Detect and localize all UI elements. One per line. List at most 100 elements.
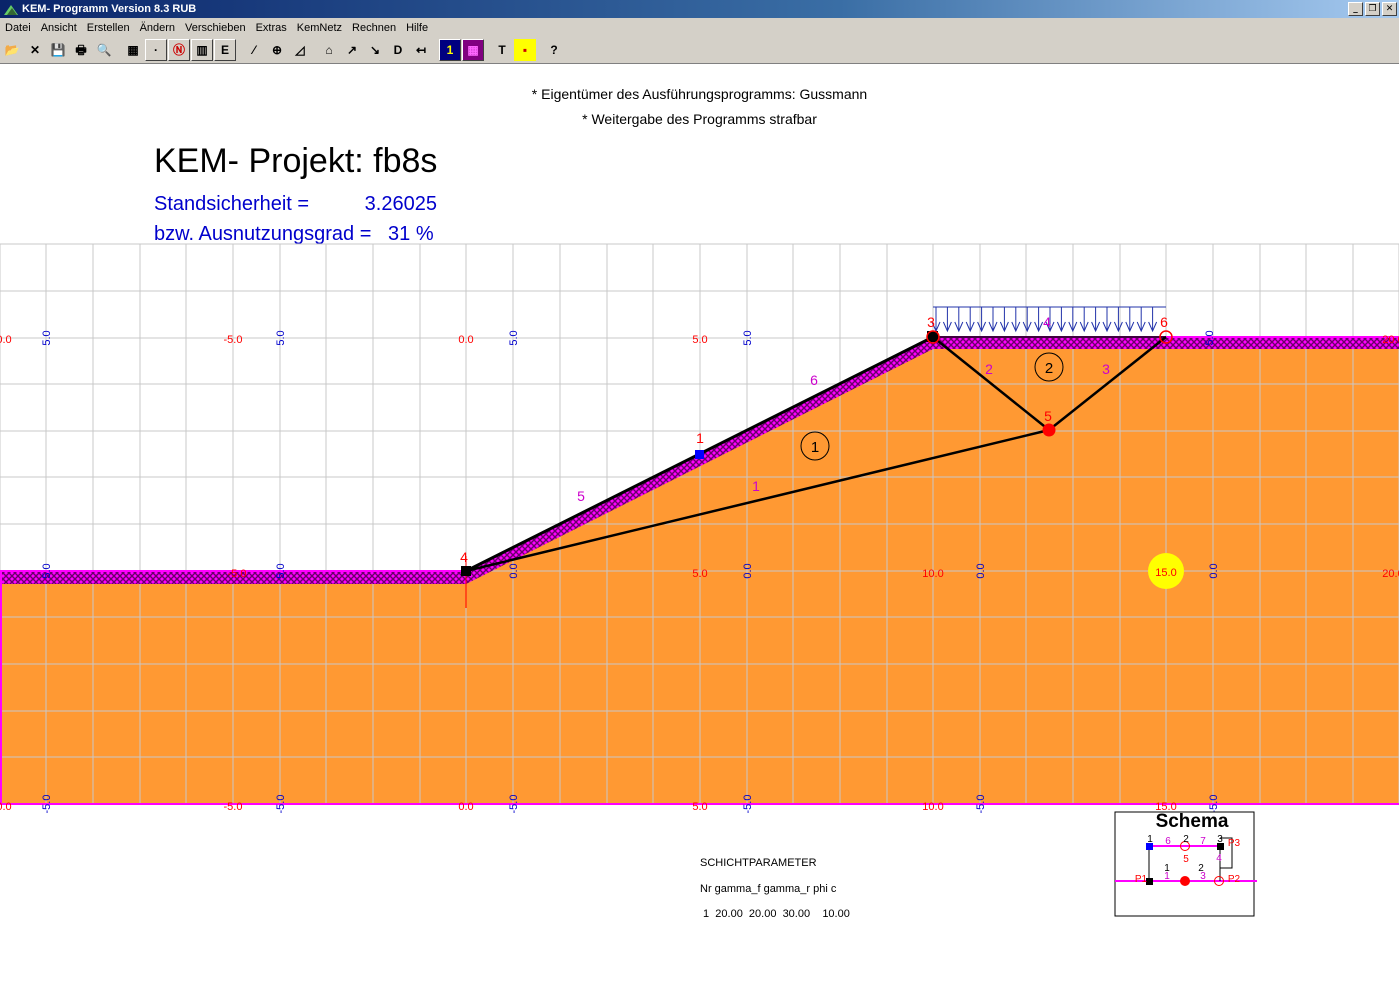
axis-label-red: 0.0 [458, 334, 473, 346]
tiles-icon[interactable]: ▪ [514, 39, 536, 61]
slope-icon[interactable]: ◿ [289, 39, 311, 61]
help-icon[interactable]: ? [543, 39, 565, 61]
axis-label-red: 20.0 [1382, 334, 1399, 346]
layer-params-columns: Nr gamma_f gamma_r phi c [700, 883, 837, 895]
node-icon[interactable]: · [145, 39, 167, 61]
menu-verschieben[interactable]: Verschieben [180, 22, 251, 34]
schema-label: P1 [1135, 874, 1148, 885]
node-label-5: 5 [1044, 408, 1052, 424]
axis-label-blue: -5.0 [975, 795, 987, 814]
menu-ansicht[interactable]: Ansicht [36, 22, 82, 34]
axis-label-blue: 5.0 [1204, 330, 1216, 345]
restore-button[interactable]: ❐ [1365, 2, 1380, 16]
axis-label-blue: 5.0 [742, 330, 754, 345]
polygon-icon[interactable]: ⌂ [318, 39, 340, 61]
node-label-6: 6 [1160, 314, 1168, 330]
axis-label-red: 20.0 [1382, 568, 1399, 580]
body-label-2: 2 [1045, 360, 1053, 377]
element-label-6: 6 [810, 372, 818, 388]
marker-label: 15.0 [1155, 567, 1176, 579]
title-bar: KEM- Programm Version 8.3 RUB _ ❐ ✕ [0, 0, 1399, 18]
grid-icon[interactable]: ▦ [122, 39, 144, 61]
arrow-icon[interactable]: ↗ [341, 39, 363, 61]
text-icon[interactable]: T [491, 39, 513, 61]
schema-label: 4 [1216, 853, 1222, 864]
node-label-4: 4 [460, 549, 468, 565]
close-button[interactable]: ✕ [1382, 2, 1397, 16]
menu-hilfe[interactable]: Hilfe [401, 22, 433, 34]
axis-label-blue: 0.0 [975, 563, 987, 578]
axis-label-blue: -5.0 [508, 795, 520, 814]
matrix-icon[interactable]: ▦ [462, 39, 484, 61]
schema-label: 1 [1147, 834, 1153, 845]
node-5 [1042, 423, 1056, 437]
window-title: KEM- Programm Version 8.3 RUB [22, 3, 197, 15]
schema-node-5 [1180, 876, 1190, 886]
menu-rechnen[interactable]: Rechnen [347, 22, 401, 34]
element-label-1: 1 [752, 478, 760, 494]
schema-label: 6 [1165, 836, 1171, 847]
print-preview-icon[interactable]: 🔍 [93, 39, 115, 61]
save-icon[interactable]: 💾 [47, 39, 69, 61]
load-icon[interactable]: ↤ [410, 39, 432, 61]
schema-label: 3 [1217, 834, 1223, 845]
axis-label-blue: -5.0 [742, 795, 754, 814]
axis-label-blue: 0.0 [508, 563, 520, 578]
minimize-button[interactable]: _ [1348, 2, 1363, 16]
node-label-3: 3 [927, 314, 935, 330]
node-4 [461, 566, 471, 576]
layer-params-heading: SCHICHTPARAMETER [700, 857, 817, 869]
open-icon[interactable]: 📂 [1, 39, 23, 61]
axis-label-red: 0.0 [458, 801, 473, 813]
menu-datei[interactable]: Datei [0, 22, 36, 34]
line-icon[interactable]: ⁄ [243, 39, 265, 61]
element-label-5: 5 [577, 488, 585, 504]
axis-label-red: -5.0 [224, 801, 243, 813]
menu-aendern[interactable]: Ändern [135, 22, 180, 34]
no-entry-icon[interactable]: Ⓝ [168, 39, 190, 61]
node-label-1: 1 [696, 430, 704, 446]
schema-label: 2 [1183, 834, 1189, 845]
axis-label-red: -5.0 [224, 334, 243, 346]
axis-label-red: 5.0 [692, 334, 707, 346]
close-file-icon[interactable]: ✕ [24, 39, 46, 61]
axis-label-red: -5.0 [228, 568, 247, 580]
axis-label-red: 10.0 [922, 801, 943, 813]
axis-label-blue: -5.0 [275, 795, 287, 814]
axis-label-blue: 0.0 [1208, 563, 1220, 578]
axis-label-red: 10.0 [922, 568, 943, 580]
e-icon[interactable]: E [214, 39, 236, 61]
axis-label-red: 0.0 [0, 334, 12, 346]
menu-extras[interactable]: Extras [251, 22, 292, 34]
number-one-icon[interactable]: 1 [439, 39, 461, 61]
node-1 [695, 450, 704, 459]
element-label-2: 2 [985, 361, 993, 377]
menu-erstellen[interactable]: Erstellen [82, 22, 135, 34]
d-icon[interactable]: D [387, 39, 409, 61]
schema-label: 7 [1200, 836, 1206, 847]
body-label-1: 1 [811, 439, 819, 456]
axis-label-red: 5.0 [692, 801, 707, 813]
menu-bar: Datei Ansicht Erstellen Ändern Verschieb… [0, 18, 1399, 37]
axis-label-red: 0.0 [0, 801, 12, 813]
axis-label-blue: 0.0 [742, 563, 754, 578]
layer-params-row: 1 20.00 20.00 30.00 10.00 [700, 908, 850, 920]
arrow-down-icon[interactable]: ↘ [364, 39, 386, 61]
layer-icon[interactable]: ▥ [191, 39, 213, 61]
app-icon [4, 5, 18, 15]
zoom-icon[interactable]: ⊕ [266, 39, 288, 61]
axis-label-blue: 5.0 [41, 330, 53, 345]
print-icon[interactable]: 🖶 [70, 39, 92, 61]
axis-label-blue: 5.0 [275, 563, 287, 578]
axis-label-blue: 5.0 [275, 330, 287, 345]
schema-title: Schema [1156, 811, 1229, 832]
axis-label-blue: 5.0 [508, 330, 520, 345]
schema-label: 1 [1164, 871, 1170, 882]
element-label-4: 4 [1043, 314, 1051, 330]
schema-label: 5 [1183, 854, 1189, 865]
axis-label-blue: 5.0 [41, 563, 53, 578]
slope-diagram[interactable]: 134561234561215.00.0-5.00.05.020.05.05.0… [0, 64, 1399, 986]
schema-label: 3 [1200, 871, 1206, 882]
menu-kemnetz[interactable]: KemNetz [292, 22, 347, 34]
schema-label: P3 [1228, 838, 1241, 849]
